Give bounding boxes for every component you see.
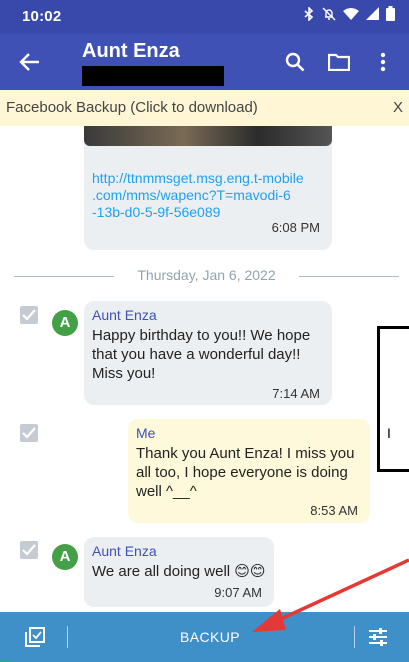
redacted-phone-number — [82, 66, 224, 86]
message-sender: Aunt Enza — [92, 543, 157, 559]
conversation-list[interactable]: http://ttnmmsget.msg.eng.t-mobile .com/m… — [0, 126, 409, 612]
overlay-box-fragment: I — [377, 326, 409, 472]
link-line: .com/mms/wapenc?T=mavodi-6 — [92, 187, 291, 203]
bottom-action-bar: BACKUP — [0, 612, 409, 662]
search-icon[interactable] — [273, 44, 317, 80]
message-time: 8:53 AM — [310, 503, 358, 518]
message-sender: Me — [136, 425, 156, 441]
message-time: 6:08 PM — [271, 220, 320, 235]
date-divider: Thursday, Jan 6, 2022 — [14, 266, 399, 286]
bluetooth-icon — [303, 5, 315, 24]
backup-button[interactable]: BACKUP — [70, 612, 350, 662]
contact-avatar[interactable]: A — [52, 544, 78, 570]
app-bar-actions — [273, 44, 405, 80]
select-all-icon[interactable] — [24, 626, 48, 650]
message-text-line: that you have a wonderful day!! — [92, 346, 301, 363]
facebook-backup-banner[interactable]: Facebook Backup (Click to download) X — [0, 90, 409, 126]
status-time: 10:02 — [22, 8, 62, 25]
settings-sliders-icon[interactable] — [367, 626, 391, 650]
wifi-icon — [343, 7, 359, 23]
incoming-message-bubble[interactable]: Aunt Enza Happy birthday to you!! We hop… — [84, 301, 332, 405]
link-line: http://ttnmmsget.msg.eng.t-mobile — [92, 170, 304, 186]
date-divider-label: Thursday, Jan 6, 2022 — [131, 267, 282, 283]
mms-link[interactable]: http://ttnmmsget.msg.eng.t-mobile .com/m… — [92, 170, 328, 221]
overlay-fragment-glyph: I — [387, 425, 391, 441]
message-text-line: all too, I hope everyone is doing — [136, 464, 348, 481]
contact-avatar[interactable]: A — [52, 310, 78, 336]
banner-close-button[interactable]: X — [393, 99, 403, 116]
signal-icon — [366, 7, 379, 23]
message-text-line: We are all doing well 😊😊 — [92, 563, 266, 580]
separator — [67, 626, 68, 648]
message-sender: Aunt Enza — [92, 307, 157, 323]
message-text-line: Thank you Aunt Enza! I miss you — [136, 445, 355, 462]
mms-image-thumbnail[interactable] — [84, 126, 332, 146]
message-time: 7:14 AM — [272, 386, 320, 401]
message-text-line: well ^__^ — [136, 483, 197, 500]
outgoing-message-bubble[interactable]: Me Thank you Aunt Enza! I miss you all t… — [128, 419, 370, 523]
message-text-line: Miss you! — [92, 365, 156, 382]
mute-icon — [322, 7, 336, 24]
banner-text: Facebook Backup (Click to download) — [6, 99, 258, 116]
message-checkbox[interactable] — [20, 541, 38, 559]
app-bar: Aunt Enza — [0, 34, 409, 90]
separator — [354, 626, 355, 648]
more-vert-icon[interactable] — [361, 44, 405, 80]
battery-icon — [386, 6, 395, 24]
incoming-message-bubble[interactable]: Aunt Enza We are all doing well 😊😊 9:07 … — [84, 537, 274, 607]
contact-name-title: Aunt Enza — [82, 40, 180, 62]
message-checkbox[interactable] — [20, 424, 38, 442]
link-line: -13b-d0-5-9f-56e089 — [92, 204, 221, 220]
message-checkbox[interactable] — [20, 306, 38, 324]
folder-icon[interactable] — [317, 44, 361, 80]
mms-message-bubble[interactable]: http://ttnmmsget.msg.eng.t-mobile .com/m… — [84, 126, 332, 250]
status-icons — [303, 5, 395, 24]
back-arrow-icon[interactable] — [14, 46, 46, 78]
status-bar: 10:02 — [0, 0, 409, 34]
message-time: 9:07 AM — [214, 585, 262, 600]
message-text-line: Happy birthday to you!! We hope — [92, 327, 311, 344]
